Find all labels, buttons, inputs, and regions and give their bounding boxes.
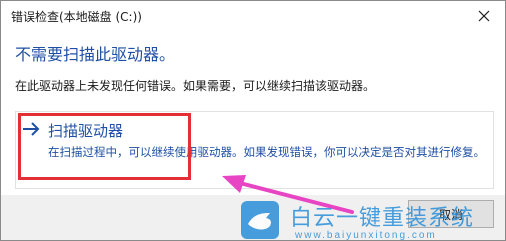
svg-text:www.baiyunxitong.com: www.baiyunxitong.com: [294, 230, 437, 240]
svg-text:白云一键重装系统: 白云一键重装系统: [290, 205, 474, 230]
watermark-logo: 白云一键重装系统 www.baiyunxitong.com: [241, 201, 474, 240]
